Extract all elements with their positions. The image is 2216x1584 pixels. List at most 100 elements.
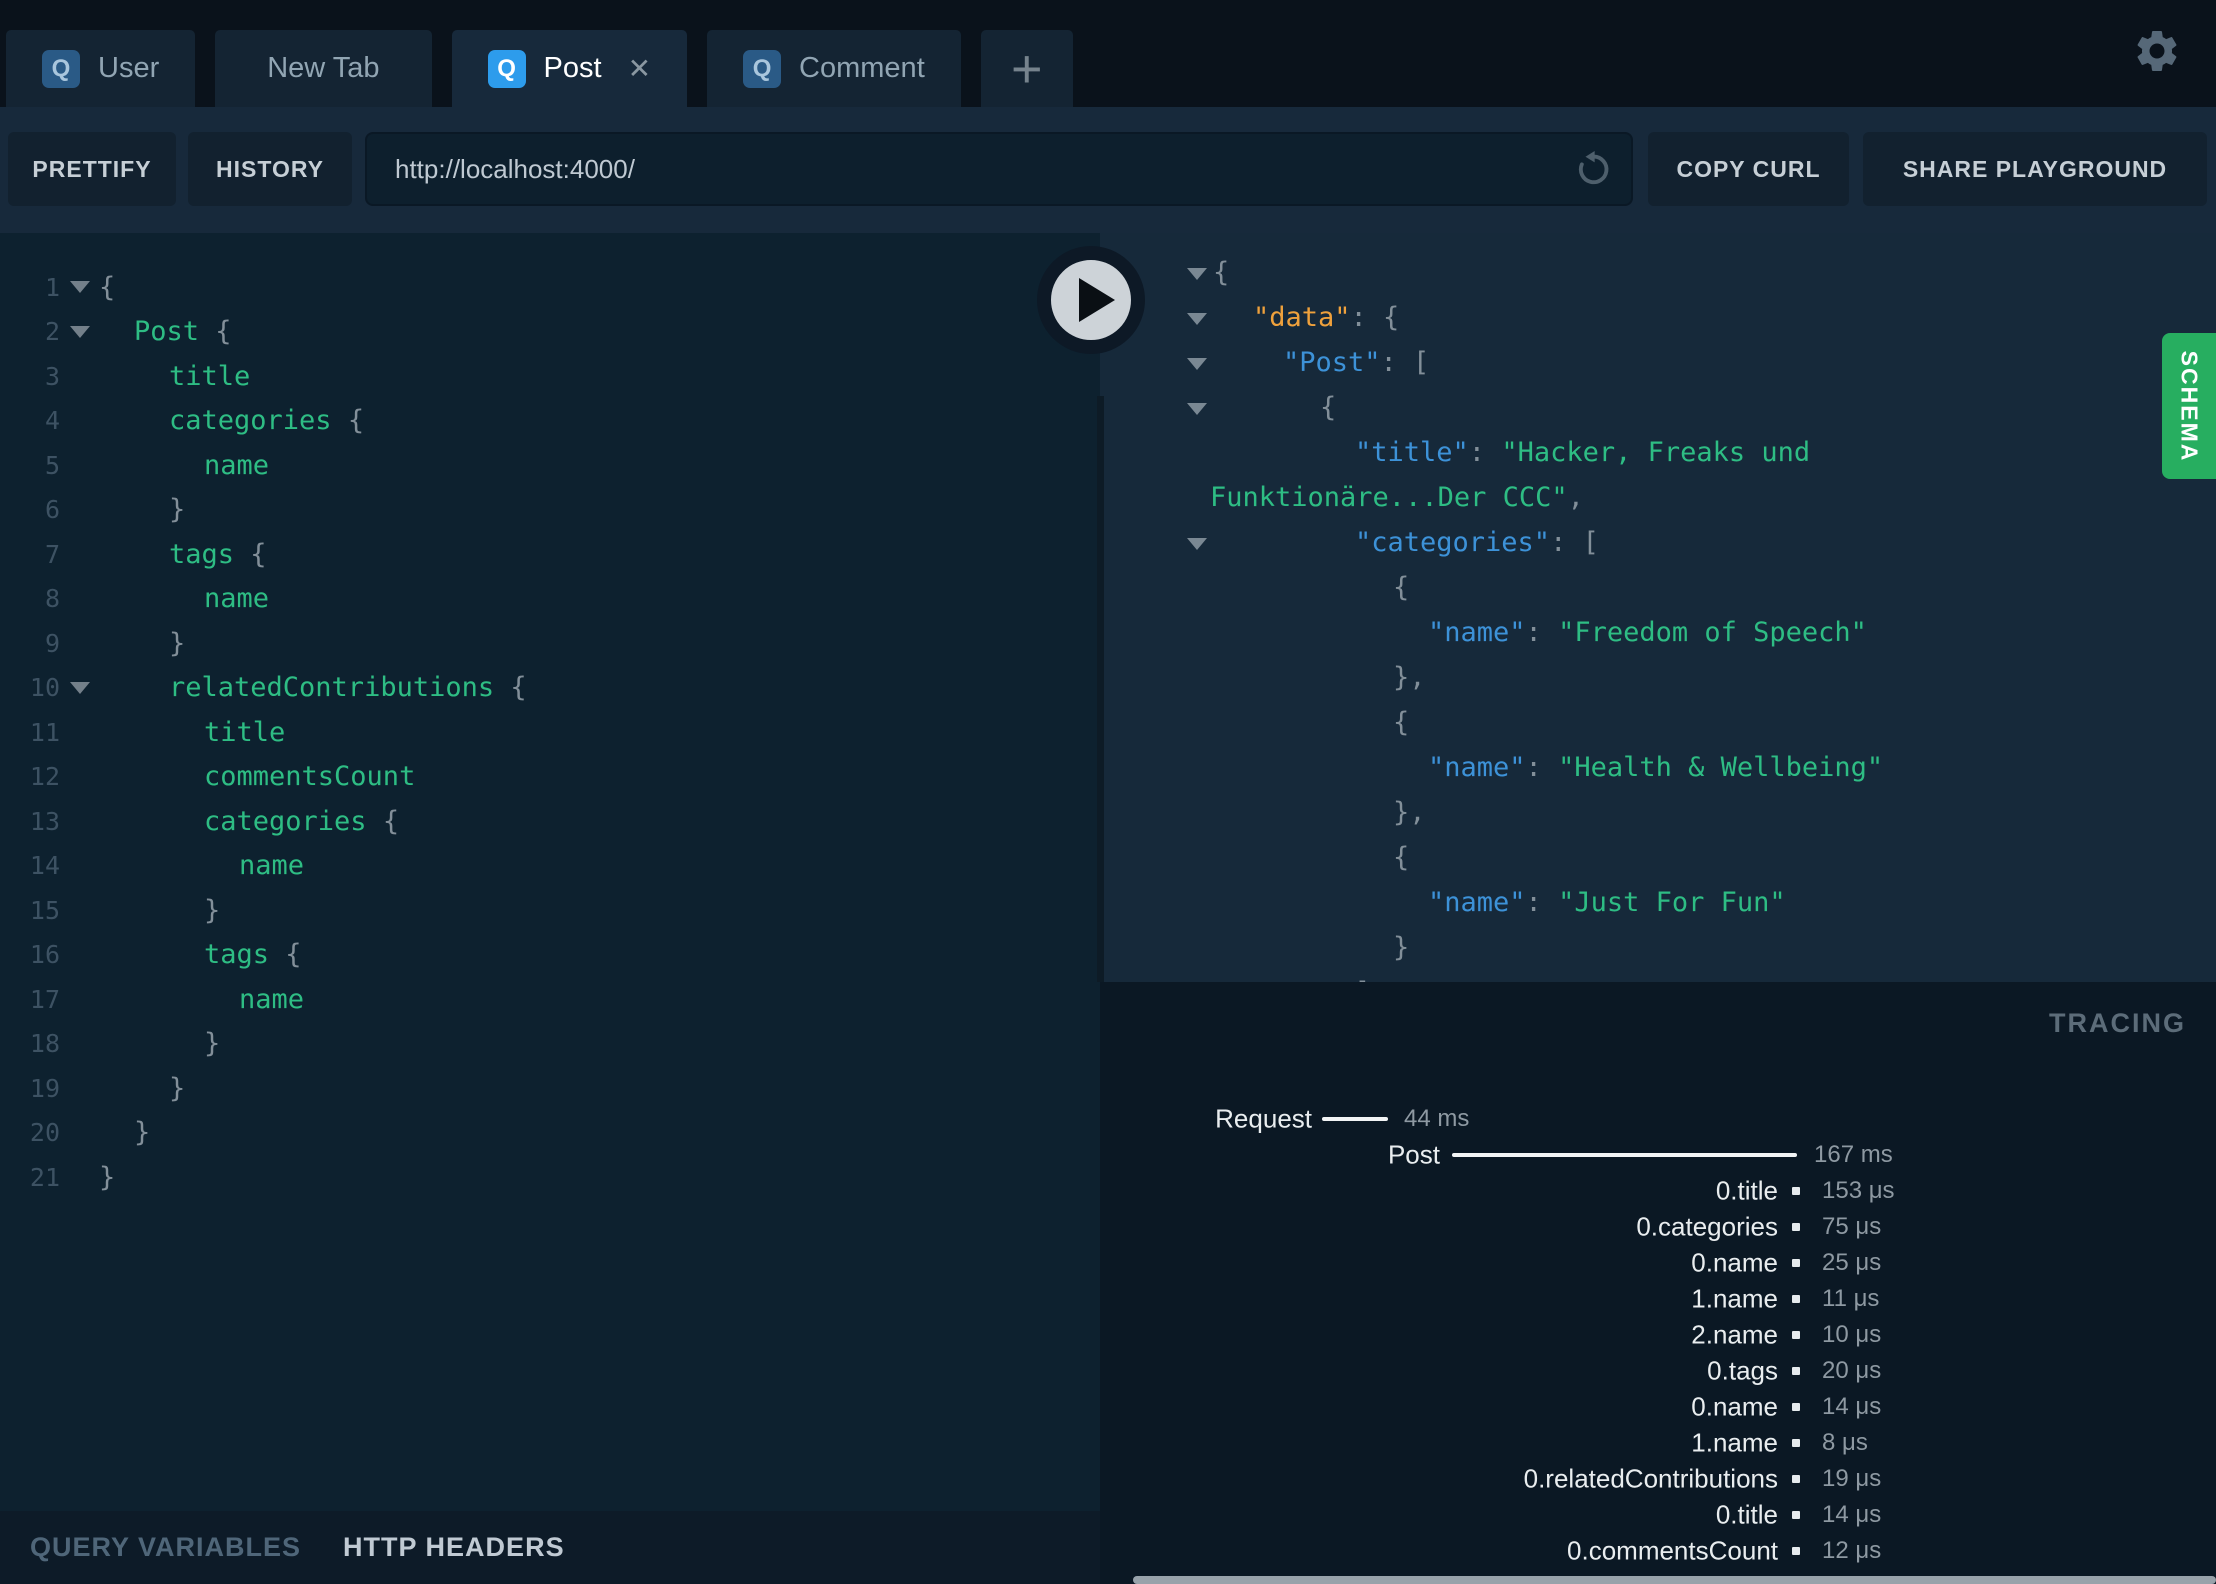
line-number: 15	[29, 895, 60, 925]
response-line: "name": "Just For Fun"	[1100, 880, 2216, 925]
editor-line[interactable]: 5 name	[0, 443, 1100, 488]
tab-label: User	[98, 52, 160, 84]
code-text: tags {	[99, 939, 302, 970]
tracing-label: 1.name	[1691, 1427, 1778, 1458]
editor-line[interactable]: 15}	[0, 888, 1100, 933]
fold-toggle-icon[interactable]	[69, 681, 90, 694]
editor-line[interactable]: 3 title	[0, 354, 1100, 399]
horizontal-scrollbar[interactable]	[1133, 1576, 2216, 1584]
tracing-time: 8 μs	[1822, 1429, 1868, 1456]
editor-line[interactable]: 2 Post {	[0, 310, 1100, 355]
editor-line[interactable]: 4 categories {	[0, 399, 1100, 444]
editor-line[interactable]: 6}	[0, 488, 1100, 533]
editor-line[interactable]: 17 name	[0, 977, 1100, 1022]
code-text: }	[99, 1162, 115, 1193]
tracing-dash-icon	[1792, 1259, 1800, 1267]
fold-toggle-icon[interactable]	[1187, 402, 1207, 415]
http-headers-tab[interactable]: HTTP HEADERS	[343, 1532, 565, 1563]
tab-post[interactable]: Q Post ✕	[451, 30, 688, 107]
code-text: "name": "Freedom of Speech"	[1428, 617, 1867, 648]
query-editor[interactable]: 1{2 Post {3 title 4 categories {5 name 6} 7 tags…	[0, 233, 1100, 1511]
tracing-row: 0.name 14 μs	[1100, 1389, 2216, 1425]
tracing-dash-icon	[1792, 1367, 1800, 1375]
tracing-dash-icon	[1792, 1403, 1800, 1411]
response-viewer[interactable]: {"data": {"Post": [{"title": "Hacker, Fr…	[1100, 233, 2216, 982]
fold-toggle-icon[interactable]	[69, 325, 90, 338]
token: commentsCount	[204, 761, 416, 793]
fold-toggle-icon[interactable]	[1187, 357, 1207, 370]
schema-side-tab[interactable]: SCHEMA	[2162, 333, 2216, 479]
schema-side-tab-label: SCHEMA	[2176, 350, 2203, 462]
editor-line[interactable]: 16 tags {	[0, 933, 1100, 978]
response-line: {	[1100, 250, 2216, 295]
tab-user[interactable]: Q User	[6, 30, 196, 107]
line-number: 7	[44, 539, 60, 569]
tab-new-tab[interactable]: New Tab	[215, 30, 432, 107]
refresh-schema-icon[interactable]	[1571, 147, 1615, 191]
query-badge: Q	[487, 49, 526, 88]
editor-line[interactable]: 18}	[0, 1022, 1100, 1067]
query-variables-tab[interactable]: QUERY VARIABLES	[30, 1532, 301, 1563]
fold-toggle-icon[interactable]	[1187, 267, 1207, 280]
history-button[interactable]: HISTORY	[188, 132, 352, 206]
tracing-row: 0.name 25 μs	[1100, 1245, 2216, 1281]
editor-line[interactable]: 20}	[0, 1111, 1100, 1156]
tab-comment[interactable]: Q Comment	[707, 30, 961, 107]
token: title	[169, 360, 251, 392]
token: {	[1393, 572, 1410, 603]
fold-toggle-icon[interactable]	[1187, 537, 1207, 550]
line-number: 14	[29, 851, 60, 881]
tracing-label: 0.title	[1715, 1175, 1778, 1206]
token: {	[1393, 842, 1410, 873]
fold-toggle-icon[interactable]	[1187, 312, 1207, 325]
token: "Just For Fun"	[1558, 887, 1786, 918]
editor-line[interactable]: 21}	[0, 1155, 1100, 1200]
token: }	[204, 894, 221, 926]
new-tab-button[interactable]: +	[980, 30, 1073, 107]
response-line: Funktionäre...Der CCC",	[1100, 475, 2216, 520]
tracing-label: 0.name	[1691, 1247, 1778, 1278]
editor-line[interactable]: 7 tags {	[0, 532, 1100, 577]
tracing-dash-icon	[1792, 1439, 1800, 1447]
editor-line[interactable]: 14 name	[0, 844, 1100, 889]
fold-toggle-icon[interactable]	[69, 281, 90, 294]
token: :	[1525, 617, 1559, 648]
tracing-dash-icon	[1792, 1223, 1800, 1231]
line-number: 10	[29, 673, 60, 703]
line-number: 20	[29, 1118, 60, 1148]
token: name	[204, 449, 270, 481]
code-text: {	[1213, 257, 1229, 288]
prettify-button[interactable]: PRETTIFY	[8, 132, 176, 206]
line-number: 12	[29, 762, 60, 792]
code-text: Funktionäre...Der CCC",	[1210, 482, 1584, 513]
editor-line[interactable]: 19}	[0, 1066, 1100, 1111]
code-text: commentsCount	[99, 761, 415, 792]
editor-line[interactable]: 8 name	[0, 577, 1100, 622]
code-text: }	[99, 1073, 185, 1104]
copy-curl-button[interactable]: COPY CURL	[1648, 132, 1849, 206]
execute-query-button[interactable]	[1037, 246, 1145, 354]
line-number: 18	[29, 1029, 60, 1059]
token: }	[99, 1161, 116, 1193]
settings-gear-icon[interactable]	[2132, 26, 2182, 76]
editor-line[interactable]: 10 relatedContributions {	[0, 666, 1100, 711]
editor-line[interactable]: 12 commentsCount	[0, 755, 1100, 800]
editor-line[interactable]: 11 title	[0, 710, 1100, 755]
code-text: title	[99, 717, 285, 748]
response-line: "title": "Hacker, Freaks und	[1100, 430, 2216, 475]
token: : [	[1380, 347, 1430, 378]
share-playground-button[interactable]: SHARE PLAYGROUND	[1863, 132, 2207, 206]
editor-line[interactable]: 1{	[0, 265, 1100, 310]
editor-line[interactable]: 13 categories {	[0, 799, 1100, 844]
response-line: "Post": [	[1100, 340, 2216, 385]
pane-divider[interactable]	[1097, 396, 1104, 982]
close-icon[interactable]: ✕	[628, 52, 651, 85]
endpoint-url-input[interactable]	[367, 153, 1571, 185]
line-number: 3	[44, 361, 60, 391]
token: }	[1393, 932, 1410, 963]
tracing-row: 2.name 10 μs	[1100, 1317, 2216, 1353]
tab-bar: Q User New Tab Q Post ✕ Q Comment +	[0, 0, 2216, 107]
response-line: {	[1100, 835, 2216, 880]
editor-line[interactable]: 9}	[0, 621, 1100, 666]
tracing-time: 75 μs	[1822, 1213, 1882, 1240]
